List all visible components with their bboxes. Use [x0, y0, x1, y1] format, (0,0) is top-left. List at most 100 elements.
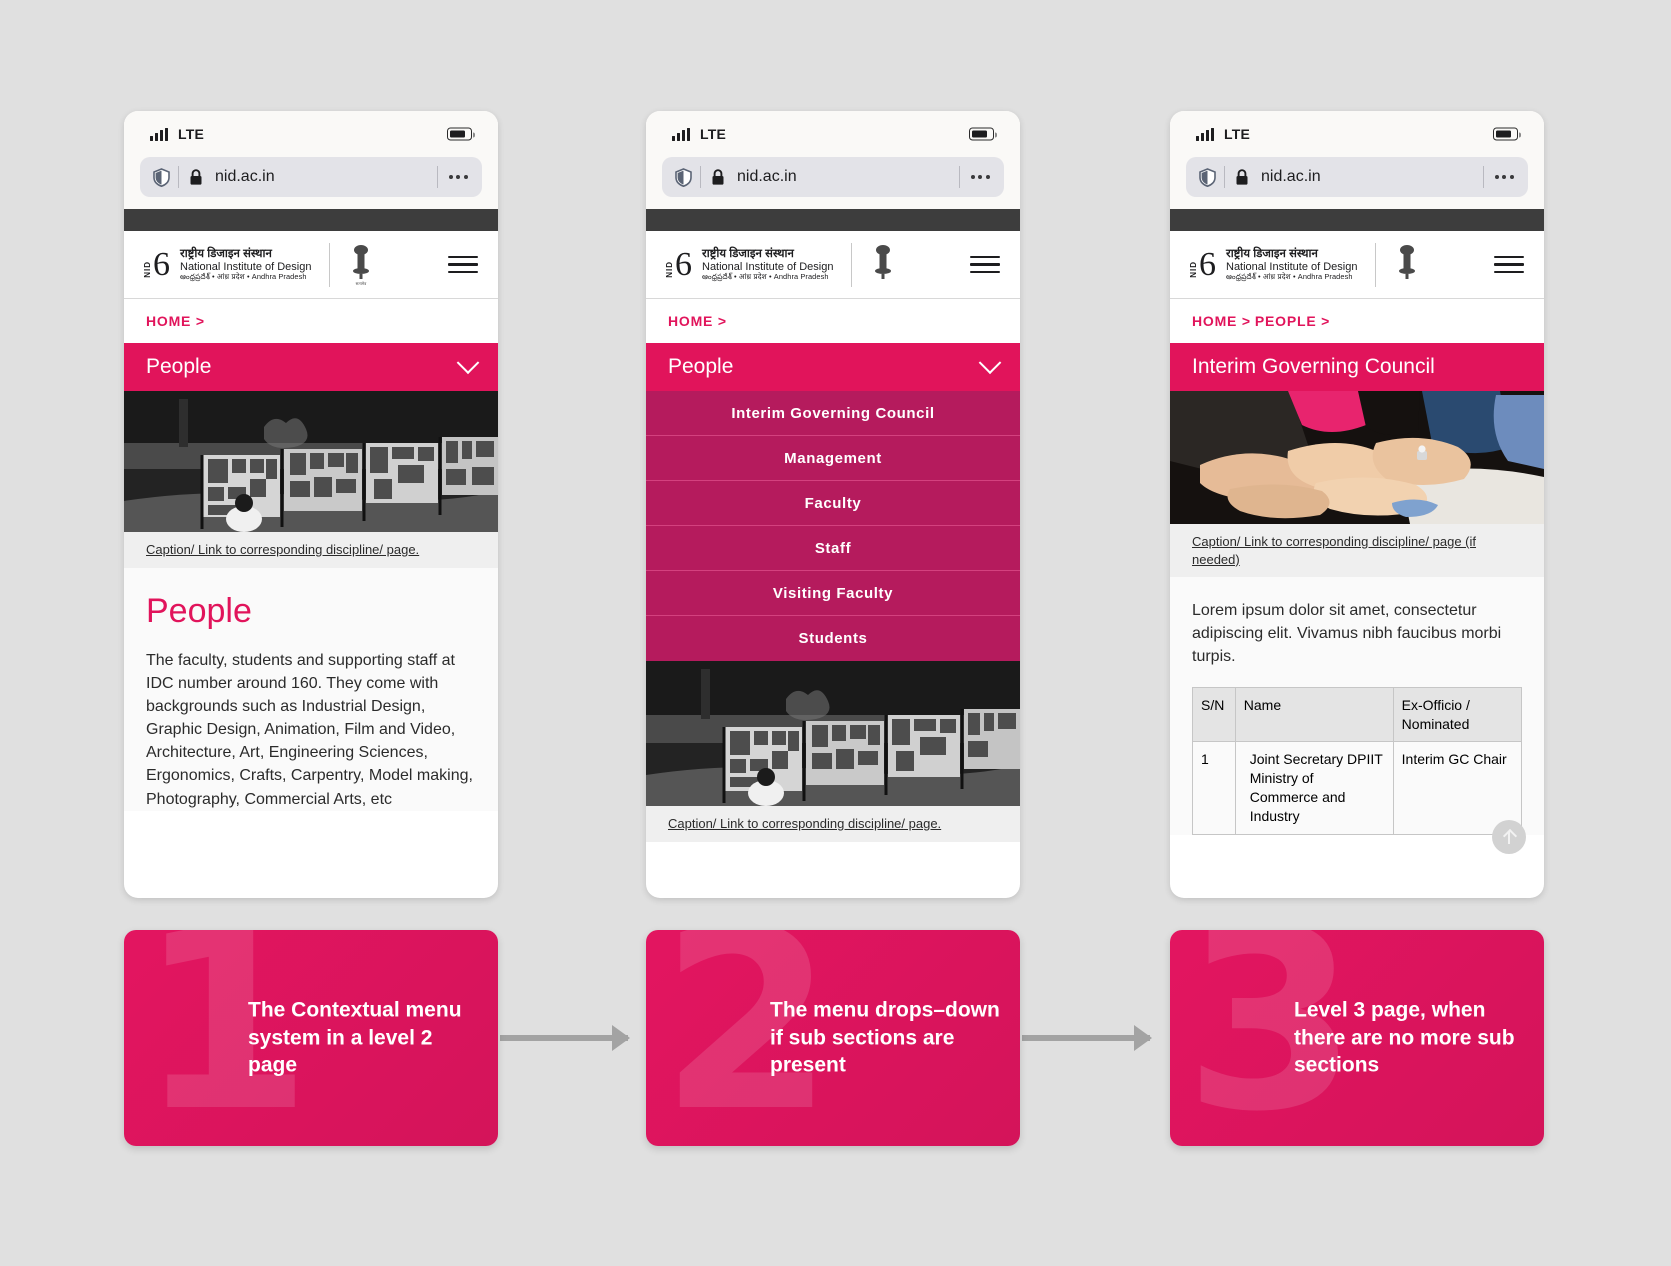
site-logo[interactable]: NID 6 राष्ट्रीय डिजाइन संस्थान National … — [1189, 242, 1494, 288]
hero-image-gallery — [646, 661, 1020, 806]
image-caption-link[interactable]: Caption/ Link to corresponding disciplin… — [124, 532, 498, 568]
page-paragraph: Lorem ipsum dolor sit amet, consectetur … — [1192, 602, 1502, 666]
contextual-menu-bar: Interim Governing Council — [1170, 343, 1544, 391]
governing-council-table: S/N Name Ex-Officio / Nominated 1 Joint … — [1192, 686, 1523, 835]
nid-logo-six: 6 — [1199, 245, 1216, 283]
page-body: People The faculty, students and support… — [124, 567, 498, 811]
hamburger-menu-icon[interactable] — [448, 255, 478, 274]
contextual-menu-title: People — [146, 355, 212, 378]
more-options-icon[interactable] — [438, 175, 478, 179]
contextual-menu-title: People — [668, 355, 734, 378]
submenu-item-faculty[interactable]: Faculty — [646, 481, 1020, 526]
nid-logo-letters: NID — [143, 261, 152, 279]
network-label: LTE — [1224, 126, 1251, 142]
site-logo[interactable]: NID 6 राष्ट्रीय डिजाइन संस्थान National … — [143, 242, 448, 288]
image-caption-link[interactable]: Caption/ Link to corresponding disciplin… — [646, 806, 1020, 842]
site-top-dark-bar — [646, 209, 1020, 231]
status-left: LTE — [150, 126, 204, 142]
nid-logo-six: 6 — [153, 245, 170, 283]
ashoka-emblem-icon — [1394, 242, 1420, 288]
lock-icon — [179, 168, 213, 186]
address-bar[interactable]: nid.ac.in — [1186, 157, 1528, 197]
scroll-to-top-icon[interactable] — [1492, 820, 1526, 854]
hero-image-gallery — [124, 391, 498, 532]
contextual-menu-bar[interactable]: People — [646, 343, 1020, 391]
breadcrumb-home[interactable]: HOME > — [146, 313, 205, 329]
right-arrow-icon — [500, 1035, 628, 1041]
page-title: People — [146, 591, 252, 630]
chevron-down-icon[interactable] — [978, 351, 1002, 375]
site-top-dark-bar — [124, 209, 498, 231]
nid-logo-mark: NID 6 — [665, 245, 692, 283]
step-card-2: 2 The menu drops–down if sub sections ar… — [646, 930, 1020, 1146]
lock-icon — [1225, 168, 1259, 186]
table-header-sn: S/N — [1192, 686, 1236, 743]
logo-hindi: राष्ट्रीय डिजाइन संस्थान — [702, 247, 794, 260]
contextual-menu-bar[interactable]: People — [124, 343, 498, 391]
breadcrumb: HOME > — [646, 299, 1020, 343]
status-bar: LTE — [124, 111, 498, 157]
battery-icon — [1493, 127, 1522, 141]
battery-icon — [969, 127, 998, 141]
submenu-item-staff[interactable]: Staff — [646, 526, 1020, 571]
network-label: LTE — [700, 126, 727, 142]
breadcrumb-home[interactable]: HOME > — [668, 313, 727, 329]
logo-divider — [329, 242, 331, 287]
address-bar[interactable]: nid.ac.in — [140, 157, 482, 197]
shield-icon[interactable] — [1190, 167, 1224, 187]
more-options-icon[interactable] — [1484, 175, 1524, 179]
url-text[interactable]: nid.ac.in — [1259, 168, 1483, 186]
logo-divider — [1375, 242, 1377, 287]
breadcrumb: HOME > PEOPLE > — [1170, 299, 1544, 343]
chevron-down-icon[interactable] — [456, 351, 480, 375]
phone-mockup-1: LTE nid.ac.in NID 6 राष्ट्रीय डिजाइन संस… — [124, 111, 498, 898]
step-text-1: The Contextual menu system in a level 2 … — [248, 998, 462, 1077]
site-top-dark-bar — [1170, 209, 1544, 231]
diagram-canvas: LTE nid.ac.in NID 6 राष्ट्रीय डिजाइन संस… — [0, 0, 1671, 1266]
signal-bars-icon — [150, 127, 168, 141]
table-row: 1 Joint Secretary DPIIT Ministry of Comm… — [1192, 741, 1523, 835]
phone-mockup-2: LTE nid.ac.in NID 6 राष्ट्रीय डिजाइन संस… — [646, 111, 1020, 898]
network-label: LTE — [178, 126, 205, 142]
signal-bars-icon — [1196, 127, 1214, 141]
submenu-item-visiting-faculty[interactable]: Visiting Faculty — [646, 571, 1020, 616]
shield-icon[interactable] — [144, 167, 178, 187]
status-left: LTE — [672, 126, 726, 142]
url-text[interactable]: nid.ac.in — [213, 168, 437, 186]
logo-divider — [851, 242, 853, 287]
hamburger-menu-icon[interactable] — [1494, 255, 1524, 274]
status-bar: LTE — [1170, 111, 1544, 157]
table-header-role: Ex-Officio / Nominated — [1392, 686, 1523, 743]
status-bar: LTE — [646, 111, 1020, 157]
nid-logo-letters: NID — [665, 261, 674, 279]
hamburger-menu-icon[interactable] — [970, 255, 1000, 274]
contextual-submenu-list: Interim Governing Council Management Fac… — [646, 391, 1020, 661]
page-body: Lorem ipsum dolor sit amet, consectetur … — [1170, 577, 1544, 835]
cell-name: Joint Secretary DPIIT Ministry of Commer… — [1234, 741, 1394, 835]
logo-hindi: राष्ट्रीय डिजाइन संस्थान — [180, 247, 272, 260]
url-text[interactable]: nid.ac.in — [735, 168, 959, 186]
phone-mockup-3: LTE nid.ac.in NID 6 राष्ट्रीय डिजाइन संस… — [1170, 111, 1544, 898]
more-options-icon[interactable] — [960, 175, 1000, 179]
submenu-item-students[interactable]: Students — [646, 616, 1020, 661]
page-paragraph: The faculty, students and supporting sta… — [146, 651, 473, 808]
logo-subtitle: ఆంధ్రప్రదేశ్ • आंध्र प्रदेश • Andhra Pra… — [1226, 271, 1353, 281]
submenu-item-management[interactable]: Management — [646, 436, 1020, 481]
breadcrumb-home[interactable]: HOME > — [1192, 313, 1251, 329]
breadcrumb-people[interactable]: PEOPLE > — [1255, 313, 1330, 329]
image-caption-link[interactable]: Caption/ Link to corresponding disciplin… — [1170, 524, 1544, 578]
breadcrumb: HOME > — [124, 299, 498, 343]
shield-icon[interactable] — [666, 167, 700, 187]
nid-logo-six: 6 — [675, 245, 692, 283]
logo-hindi: राष्ट्रीय डिजाइन संस्थान — [1226, 247, 1318, 260]
address-bar[interactable]: nid.ac.in — [662, 157, 1004, 197]
step-text-3: Level 3 page, when there are no more sub… — [1294, 998, 1515, 1077]
logo-text-block: राष्ट्रीय डिजाइन संस्थान National Instit… — [1226, 248, 1357, 281]
table-header-name: Name — [1234, 686, 1394, 743]
site-header: NID 6 राष्ट्रीय डिजाइन संस्थान National … — [124, 231, 498, 299]
ashoka-emblem-icon: सत्यमेव — [348, 242, 374, 288]
cell-sn: 1 — [1192, 741, 1236, 835]
lock-icon — [701, 168, 735, 186]
site-logo[interactable]: NID 6 राष्ट्रीय डिजाइन संस्थान National … — [665, 242, 970, 288]
submenu-item-interim-governing-council[interactable]: Interim Governing Council — [646, 391, 1020, 436]
